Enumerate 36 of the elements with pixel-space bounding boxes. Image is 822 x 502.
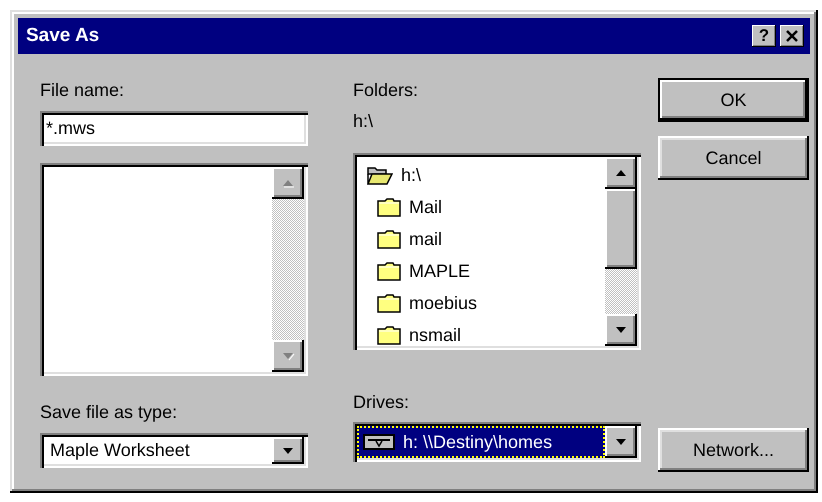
folder-icon [377,325,401,345]
file-list[interactable] [40,163,308,376]
current-path: h:\ [353,110,374,133]
field-label: Save file as type: [40,401,178,424]
folder-icon [377,229,401,249]
folder-item[interactable]: moebius [377,287,605,319]
file-name-field[interactable]: *.mws [40,111,308,146]
file-type-dropdown[interactable]: Maple Worksheet [40,433,308,468]
window-title: Save As [26,25,100,47]
folder-item[interactable]: Mail [377,191,605,223]
dialog-button[interactable]: OK [658,78,809,122]
drive-dropdown[interactable]: h: \\Destiny\homes [353,422,641,462]
folder-list[interactable]: h:\ Mail mail MAPLE moebius nsmail [353,153,641,350]
folder-item[interactable]: h:\ [367,159,605,191]
scroll-down-button[interactable] [605,314,637,346]
folder-item[interactable]: mail [377,223,605,255]
open-folder-icon [367,165,393,185]
drive-value: h: \\Destiny\homes [357,426,605,458]
folder-item[interactable]: MAPLE [377,255,605,287]
folder-icon [377,293,401,313]
field-label: Folders: [353,79,418,102]
dialog-button[interactable]: Cancel [658,136,809,180]
dropdown-button[interactable] [605,426,637,458]
folder-icon [377,261,401,281]
help-button[interactable]: ? [752,25,776,47]
scroll-thumb[interactable] [605,189,637,269]
network-drive-icon [363,434,395,450]
field-label: Drives: [353,391,410,414]
folder-item[interactable]: nsmail [377,319,605,346]
folder-icon [377,197,401,217]
scroll-up-button[interactable] [605,157,637,189]
dropdown-button[interactable] [272,437,304,464]
close-icon [785,30,799,42]
dialog-button[interactable]: Network... [658,428,809,472]
close-button[interactable] [780,25,804,47]
field-label: File name: [40,79,124,102]
